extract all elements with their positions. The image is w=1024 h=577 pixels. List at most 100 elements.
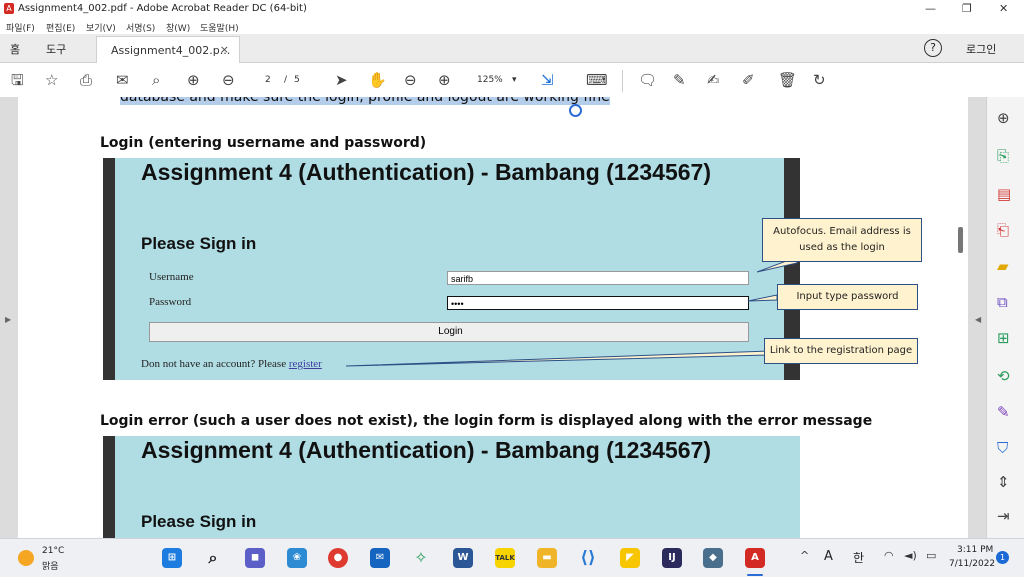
vscode-icon[interactable]: ⟨⟩ [578, 548, 598, 568]
start-windows-icon[interactable]: ⊞ [162, 548, 182, 568]
search-icon[interactable]: ⌕ [152, 71, 160, 89]
meet-chat-icon[interactable]: ◼ [245, 548, 265, 568]
menu-window[interactable]: 창(W) [166, 21, 190, 34]
callout-register: Link to the registration page [764, 338, 918, 364]
zoom-search-icon[interactable]: ⊕ [997, 109, 1010, 127]
weather-sun-icon[interactable] [18, 550, 34, 566]
network-tool-icon[interactable]: ◆ [703, 548, 723, 568]
sticky-icon[interactable]: ✧ [411, 548, 431, 568]
vertical-scrollbar-thumb[interactable] [958, 227, 963, 253]
menu-sign[interactable]: 서명(S) [126, 21, 155, 34]
tab-home[interactable]: 홈 [10, 41, 20, 57]
right-tool-pane: ⊕ ⎘ ▤ ⎗ ▰ ⧉ ⊞ ⟲ ✎ ⛉ ⇕ ⇥ [986, 97, 1024, 538]
page-current[interactable]: 2 [265, 75, 271, 85]
hand-tool-icon[interactable]: ✋ [368, 71, 387, 89]
create-pdf-icon[interactable]: ⎗ [997, 221, 1009, 239]
acrobat-icon: A [4, 3, 14, 14]
page-total: 5 [294, 75, 300, 85]
acrobat-taskbar-icon[interactable]: A [745, 548, 765, 568]
restore-button[interactable]: ❐ [962, 2, 972, 15]
organize-pages-icon[interactable]: ▤ [997, 185, 1011, 203]
menu-edit[interactable]: 편집(E) [46, 21, 75, 34]
sign-in-heading-2: Please Sign in [141, 512, 257, 531]
collapse-pane-icon[interactable]: ⇥ [997, 507, 1010, 525]
weather-desc[interactable]: 맑음 [42, 559, 59, 572]
section2-heading: Login error (such a user does not exist)… [100, 413, 873, 429]
export-pdf-icon[interactable]: ⎘ [997, 147, 1009, 165]
clock-time[interactable]: 3:11 PM [957, 545, 993, 555]
zoom-out-icon[interactable]: ⊖ [404, 71, 417, 89]
compress-icon[interactable]: ⊞ [997, 329, 1010, 347]
window-title-bar: A Assignment4_002.pdf - Adobe Acrobat Re… [0, 0, 1024, 18]
right-panel-toggle-icon[interactable]: ◀ [975, 315, 981, 324]
email-icon[interactable]: ✉ [116, 71, 129, 89]
notification-badge[interactable]: 1 [996, 551, 1009, 564]
highlight-pen-icon[interactable]: ✎ [673, 71, 686, 89]
ime-korean-indicator[interactable]: 한 [853, 549, 864, 566]
word-icon[interactable]: W [453, 548, 473, 568]
file-explorer-icon[interactable]: ▬ [537, 548, 557, 568]
app-title-2: Assignment 4 (Authentication) - Bambang … [141, 437, 711, 463]
save-icon[interactable]: 🖫 [11, 71, 24, 89]
tab-document-label: Assignment4_002.p... [111, 44, 231, 57]
tab-tools[interactable]: 도구 [46, 41, 66, 57]
zoom-dropdown-icon[interactable]: ▾ [512, 75, 517, 85]
login-error-screenshot: Assignment 4 (Authentication) - Bambang … [103, 436, 800, 538]
toolbar-divider [622, 70, 623, 92]
window-title: Assignment4_002.pdf - Adobe Acrobat Read… [18, 3, 307, 14]
zoom-level[interactable]: 125% [477, 75, 503, 85]
protect-icon[interactable]: ⛉ [997, 439, 1008, 457]
tray-overflow-icon[interactable]: ^ [800, 549, 809, 562]
document-viewport[interactable]: ▶ database and make sure the login, prof… [0, 97, 986, 538]
fit-page-icon[interactable]: ⇲ [541, 71, 554, 89]
left-panel-toggle-icon[interactable]: ▶ [5, 315, 11, 324]
chrome-icon[interactable]: ● [328, 548, 348, 568]
expand-collapse-icon[interactable]: ⇕ [997, 473, 1010, 491]
close-button[interactable]: ✕ [999, 2, 1008, 15]
tab-bar: 홈 도구 Assignment4_002.p... × ? 로그인 [0, 34, 1024, 63]
wifi-icon[interactable]: ◠ [884, 549, 894, 562]
screenshot2-left-bar [103, 436, 115, 538]
mail-icon[interactable]: ✉ [370, 548, 390, 568]
fill-sign-icon[interactable]: ⟲ [997, 367, 1010, 385]
windows-taskbar: 21°C 맑음 ⊞ ⌕ ◼ ❀ ● ✉ ✧ W TALK ▬ ⟨⟩ ◤ IJ ◆… [0, 538, 1024, 577]
callout-autofocus: Autofocus. Email address is used as the … [762, 218, 922, 262]
help-icon[interactable]: ? [924, 39, 942, 57]
login-button[interactable]: 로그인 [966, 41, 996, 57]
menu-help[interactable]: 도움말(H) [200, 21, 239, 34]
zoom-in-icon[interactable]: ⊕ [438, 71, 451, 89]
minimize-button[interactable]: — [925, 2, 936, 15]
keyboard-scroll-icon[interactable]: ⌨ [586, 71, 608, 89]
weather-temp[interactable]: 21°C [42, 546, 64, 556]
combine-files-icon[interactable]: ⧉ [997, 293, 1008, 311]
sign-icon[interactable]: ✍ [707, 71, 720, 89]
select-cursor-icon[interactable]: ➤ [335, 71, 348, 89]
bookmark-star-icon[interactable]: ☆ [45, 71, 58, 89]
comment-icon[interactable]: 🗨 [638, 71, 657, 89]
page-down-icon[interactable]: ⊖ [222, 71, 235, 89]
rotate-icon[interactable]: ↻ [813, 71, 826, 89]
menu-bar: 파일(F) 편집(E) 보기(V) 서명(S) 창(W) 도움말(H) [0, 18, 1024, 34]
note-app-icon[interactable]: ◤ [620, 548, 640, 568]
ime-english-indicator[interactable]: A [824, 549, 833, 564]
battery-icon[interactable]: ▭ [926, 549, 936, 562]
toolbar: 🖫 ☆ ⎙ ✉ ⌕ ⊕ ⊖ 2 / 5 ➤ ✋ ⊖ ⊕ 125% ▾ ⇲ ⌨ 🗨… [0, 63, 1024, 98]
kakaotalk-icon[interactable]: TALK [495, 548, 515, 568]
widgets-icon[interactable]: ❀ [287, 548, 307, 568]
clock-date[interactable]: 7/11/2022 [949, 559, 995, 569]
delete-icon[interactable]: 🗑 [778, 71, 797, 89]
page-up-icon[interactable]: ⊕ [187, 71, 200, 89]
close-tab-icon[interactable]: × [220, 43, 229, 56]
callout-password: Input type password [777, 284, 918, 310]
taskbar-search-icon[interactable]: ⌕ [203, 548, 223, 568]
stamp-icon[interactable]: ✐ [742, 71, 755, 89]
print-icon[interactable]: ⎙ [80, 71, 92, 89]
intellij-icon[interactable]: IJ [662, 548, 682, 568]
comment-pane-icon[interactable]: ▰ [997, 257, 1009, 275]
menu-file[interactable]: 파일(F) [6, 21, 35, 34]
pdf-page: database and make sure the login, profil… [18, 97, 968, 538]
edit-pdf-icon[interactable]: ✎ [997, 403, 1010, 421]
volume-icon[interactable]: ◄) [904, 549, 917, 562]
menu-view[interactable]: 보기(V) [86, 21, 116, 34]
tab-document[interactable]: Assignment4_002.p... × [96, 36, 240, 63]
